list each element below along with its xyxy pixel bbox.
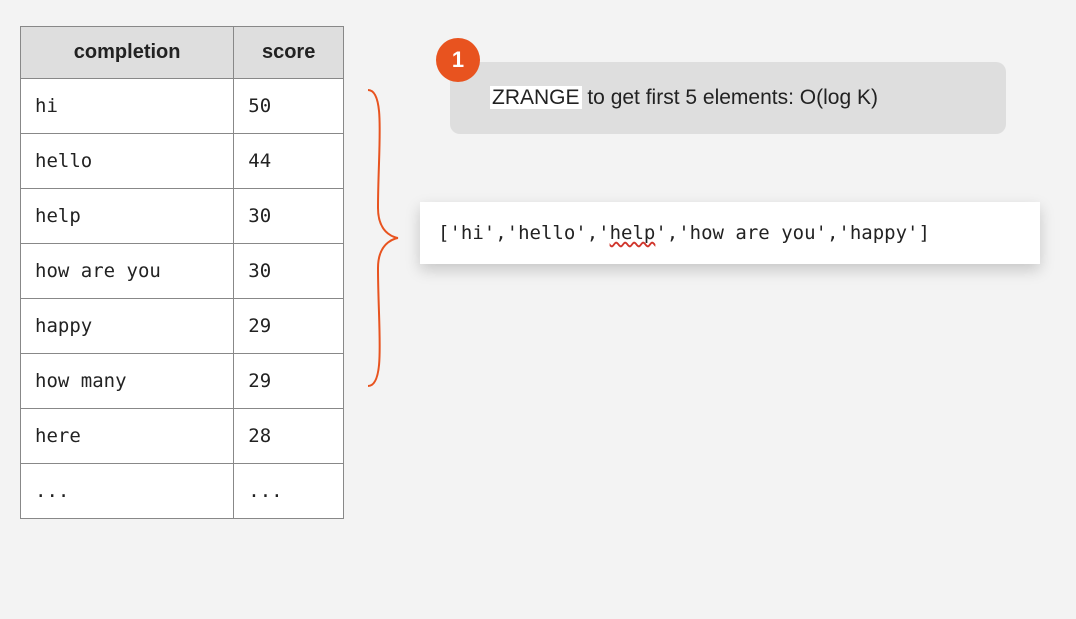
- table-row: hello44: [21, 134, 344, 189]
- step-description: to get first 5 elements: O(log K): [582, 86, 878, 109]
- step-callout: 1 ZRANGE to get first 5 elements: O(log …: [450, 62, 1006, 134]
- col-header-completion: completion: [21, 27, 234, 79]
- table-row: how many29: [21, 354, 344, 409]
- table-row: how are you30: [21, 244, 344, 299]
- table-row: here28: [21, 409, 344, 464]
- output-array: ['hi','hello','help','how are you','happ…: [420, 202, 1040, 264]
- table-row: happy29: [21, 299, 344, 354]
- table-row: help30: [21, 189, 344, 244]
- table-row: hi50: [21, 79, 344, 134]
- completion-score-table: completion score hi50 hello44 help30 how…: [20, 26, 344, 519]
- step-number-badge: 1: [436, 38, 480, 82]
- spellcheck-underline: help: [610, 222, 656, 244]
- col-header-score: score: [234, 27, 344, 79]
- command-name: ZRANGE: [490, 86, 582, 109]
- table-row: ......: [21, 464, 344, 519]
- curly-brace-icon: [362, 88, 402, 388]
